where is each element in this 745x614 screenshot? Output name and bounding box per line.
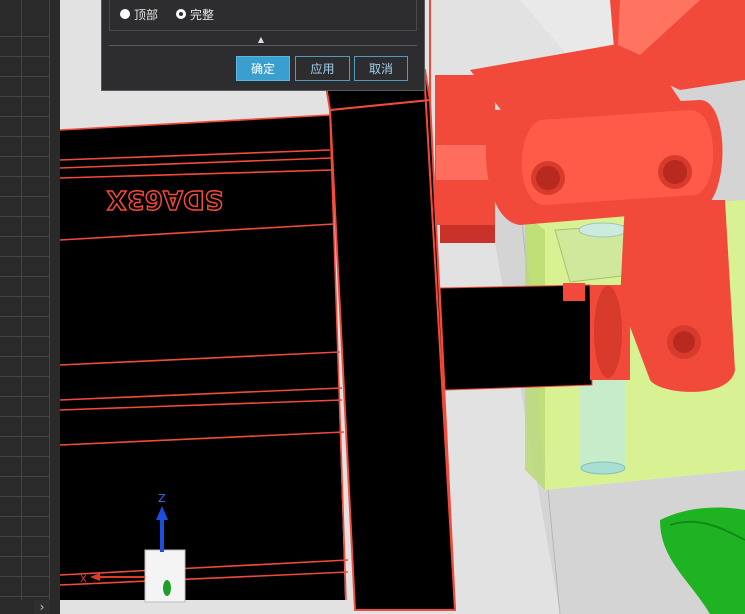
grid-line: [0, 76, 50, 77]
radio-top-label: 顶部: [134, 7, 159, 22]
radio-full-label: 完整: [190, 7, 215, 22]
axis-z-label: Z: [158, 492, 166, 505]
grid-line: [0, 56, 50, 57]
grid-line: [0, 296, 50, 297]
axis-x-label: X: [80, 574, 87, 585]
grid-line: [21, 0, 22, 600]
grid-line: [0, 596, 50, 597]
divider: [109, 45, 417, 46]
grid-line: [0, 156, 50, 157]
grid-line: [0, 476, 50, 477]
grid-line: [0, 116, 50, 117]
grid-line: [0, 496, 50, 497]
radio-full[interactable]: 完整: [176, 6, 214, 22]
grid-line: [0, 516, 50, 517]
grid-line: [0, 216, 50, 217]
grid-line: [0, 556, 50, 557]
grid-line: [0, 36, 50, 37]
grid-line: [0, 536, 50, 537]
engraved-text: SDA63X: [107, 184, 224, 214]
chevron-right-icon[interactable]: ›: [34, 600, 50, 614]
cancel-button[interactable]: 取消: [354, 56, 408, 81]
grid-line: [0, 196, 50, 197]
grid-line: [0, 316, 50, 317]
grid-line: [0, 336, 50, 337]
grid-line: [0, 456, 50, 457]
grid-line: [0, 396, 50, 397]
grid-line: [0, 376, 50, 377]
radio-checked-icon: [176, 9, 186, 19]
ok-button[interactable]: 确定: [236, 56, 290, 81]
grid-line: [0, 96, 50, 97]
radio-top[interactable]: 顶部: [120, 6, 158, 22]
caret-up-icon[interactable]: ▲: [254, 35, 268, 45]
grid-line: [0, 236, 50, 237]
grid-line: [0, 576, 50, 577]
grid-line: [0, 136, 50, 137]
radio-unchecked-icon: [120, 9, 130, 19]
3d-viewport[interactable]: SDA63X Z X: [60, 0, 745, 614]
grid-line: [49, 0, 50, 600]
grid-line: [0, 436, 50, 437]
grid-line: [0, 276, 50, 277]
radio-group: 顶部 完整: [109, 0, 417, 31]
display-options-dialog: 顶部 完整 ▲ 确定 应用 取消: [101, 0, 425, 91]
grid-line: [0, 256, 50, 257]
apply-button[interactable]: 应用: [295, 56, 350, 81]
grid-line: [0, 176, 50, 177]
side-panel: [0, 0, 60, 614]
grid-line: [0, 356, 50, 357]
grid-line: [0, 416, 50, 417]
